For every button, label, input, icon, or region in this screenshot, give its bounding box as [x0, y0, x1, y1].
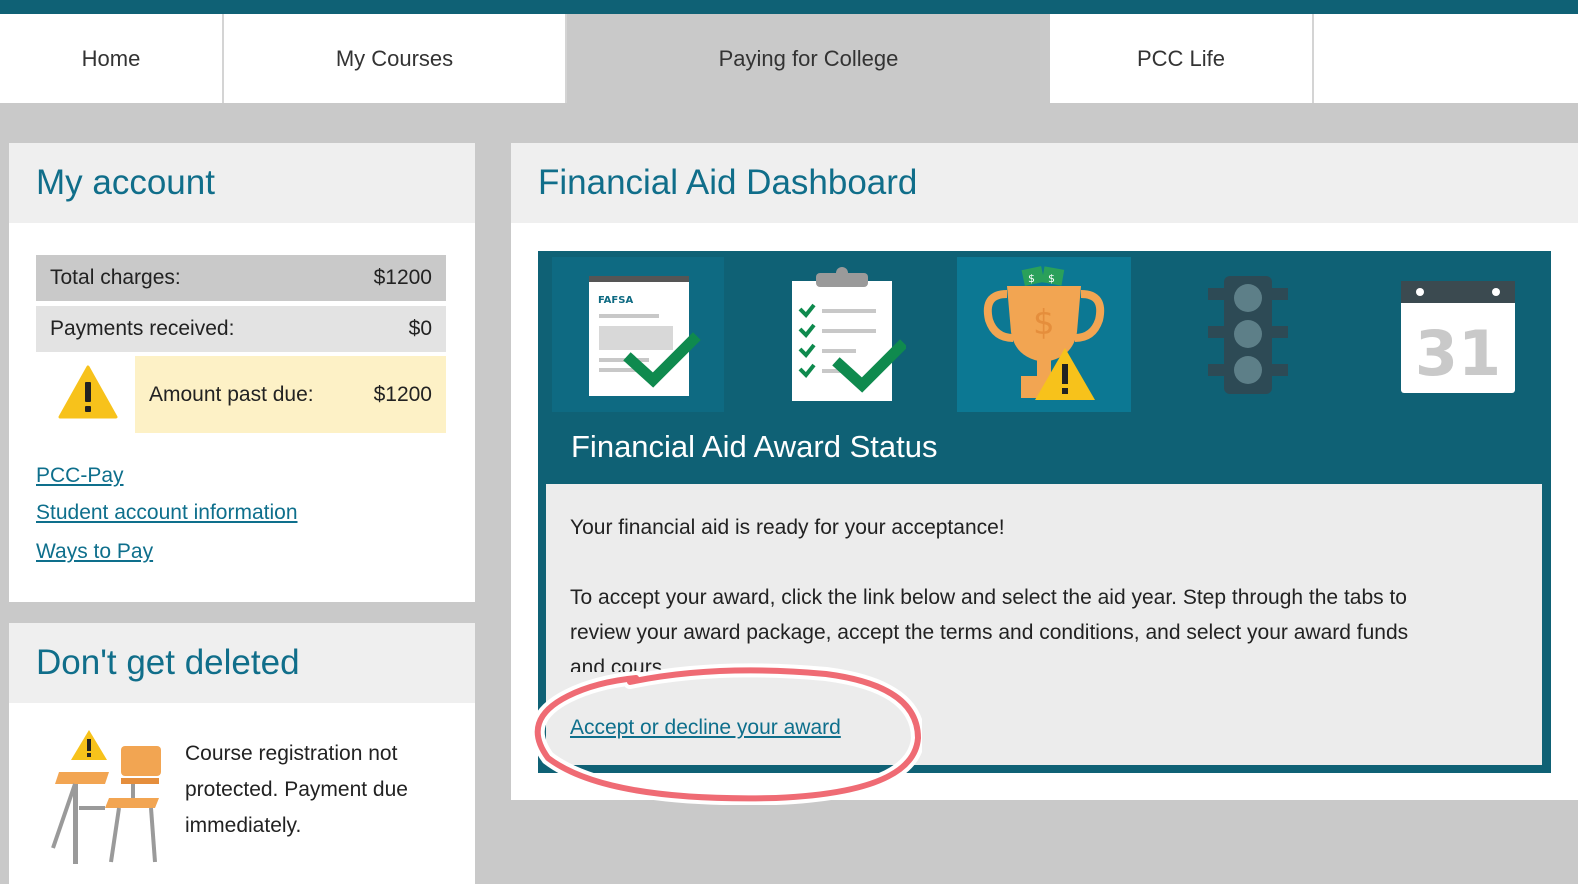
award-step[interactable]: $ $ $	[957, 257, 1131, 412]
accept-decline-award-link[interactable]: Accept or decline your award	[570, 710, 841, 745]
traffic-light-step[interactable]	[1131, 257, 1365, 412]
tab-label: Paying for College	[718, 45, 899, 71]
tab-label: My Courses	[335, 45, 454, 71]
tab-pcc-life[interactable]: PCC Life	[1050, 14, 1314, 103]
financial-aid-dashboard-panel: Financial Aid Dashboard FAFSA $ $ $ 31 F…	[511, 143, 1578, 800]
trophy-award-icon: $ $ $	[983, 266, 1105, 400]
amount-past-due-value: $1200	[373, 382, 432, 406]
payments-received-row: Payments received: $0	[36, 306, 446, 352]
tab-my-courses[interactable]: My Courses	[224, 14, 567, 103]
amount-past-due-row: Amount past due: $1200	[135, 356, 446, 433]
my-account-panel: My account Total charges: $1200 Payments…	[9, 143, 475, 602]
dashboard-title: Financial Aid Dashboard	[511, 143, 1578, 223]
instructions-line: and cours	[570, 656, 663, 672]
main-nav: Home My Courses Paying for College PCC L…	[0, 14, 1578, 103]
calendar-icon: 31	[1401, 280, 1515, 393]
amount-past-due-label: Amount past due:	[149, 382, 314, 406]
ready-message: Your financial aid is ready for your acc…	[570, 516, 1005, 539]
fafsa-step[interactable]: FAFSA	[552, 257, 724, 412]
deleted-message: Course registration not protected. Payme…	[185, 736, 408, 844]
tab-more[interactable]	[1314, 14, 1578, 103]
deleted-message-line: protected. Payment due	[185, 778, 408, 801]
total-charges-row: Total charges: $1200	[36, 255, 446, 301]
tab-label: Home	[81, 45, 141, 71]
instructions-line: review your award package, accept the te…	[570, 621, 1409, 644]
svg-text:$: $	[1048, 272, 1055, 285]
warning-icon	[58, 365, 118, 419]
tab-paying-for-college[interactable]: Paying for College	[567, 14, 1050, 103]
pcc-pay-link[interactable]: PCC-Pay	[36, 464, 124, 488]
fafsa-label: FAFSA	[598, 295, 633, 306]
traffic-light-icon	[1208, 275, 1288, 394]
award-status-body: Your financial aid is ready for your acc…	[546, 484, 1542, 765]
total-charges-label: Total charges:	[50, 266, 181, 289]
deleted-message-line: immediately.	[185, 814, 302, 837]
total-charges-value: $1200	[373, 266, 432, 289]
school-desk-icon	[51, 730, 161, 864]
svg-text:$: $	[1028, 272, 1035, 285]
checklist-step[interactable]	[724, 257, 957, 412]
tab-label: PCC Life	[1136, 45, 1226, 71]
deleted-message-line: Course registration not	[185, 742, 398, 765]
payments-received-value: $0	[408, 317, 432, 340]
my-account-title: My account	[9, 143, 475, 223]
tab-home[interactable]: Home	[0, 14, 224, 103]
checklist-clipboard-icon	[791, 266, 906, 401]
calendar-step[interactable]: 31	[1365, 257, 1551, 412]
payments-received-label: Payments received:	[50, 317, 235, 340]
dont-get-deleted-title: Don't get deleted	[9, 623, 475, 703]
dashboard-frame: FAFSA $ $ $ 31 Financial Aid Award Statu…	[538, 251, 1551, 773]
ways-to-pay-link[interactable]: Ways to Pay	[36, 540, 153, 564]
dont-get-deleted-panel: Don't get deleted Course registration no…	[9, 623, 475, 884]
instructions-line: To accept your award, click the link bel…	[570, 586, 1407, 609]
calendar-day: 31	[1415, 317, 1501, 390]
svg-text:$: $	[1033, 303, 1055, 343]
top-brand-strip	[0, 0, 1578, 14]
fafsa-document-icon: FAFSA	[589, 275, 701, 396]
award-status-title: Financial Aid Award Status	[571, 429, 938, 464]
student-account-info-link[interactable]: Student account information	[36, 501, 298, 525]
